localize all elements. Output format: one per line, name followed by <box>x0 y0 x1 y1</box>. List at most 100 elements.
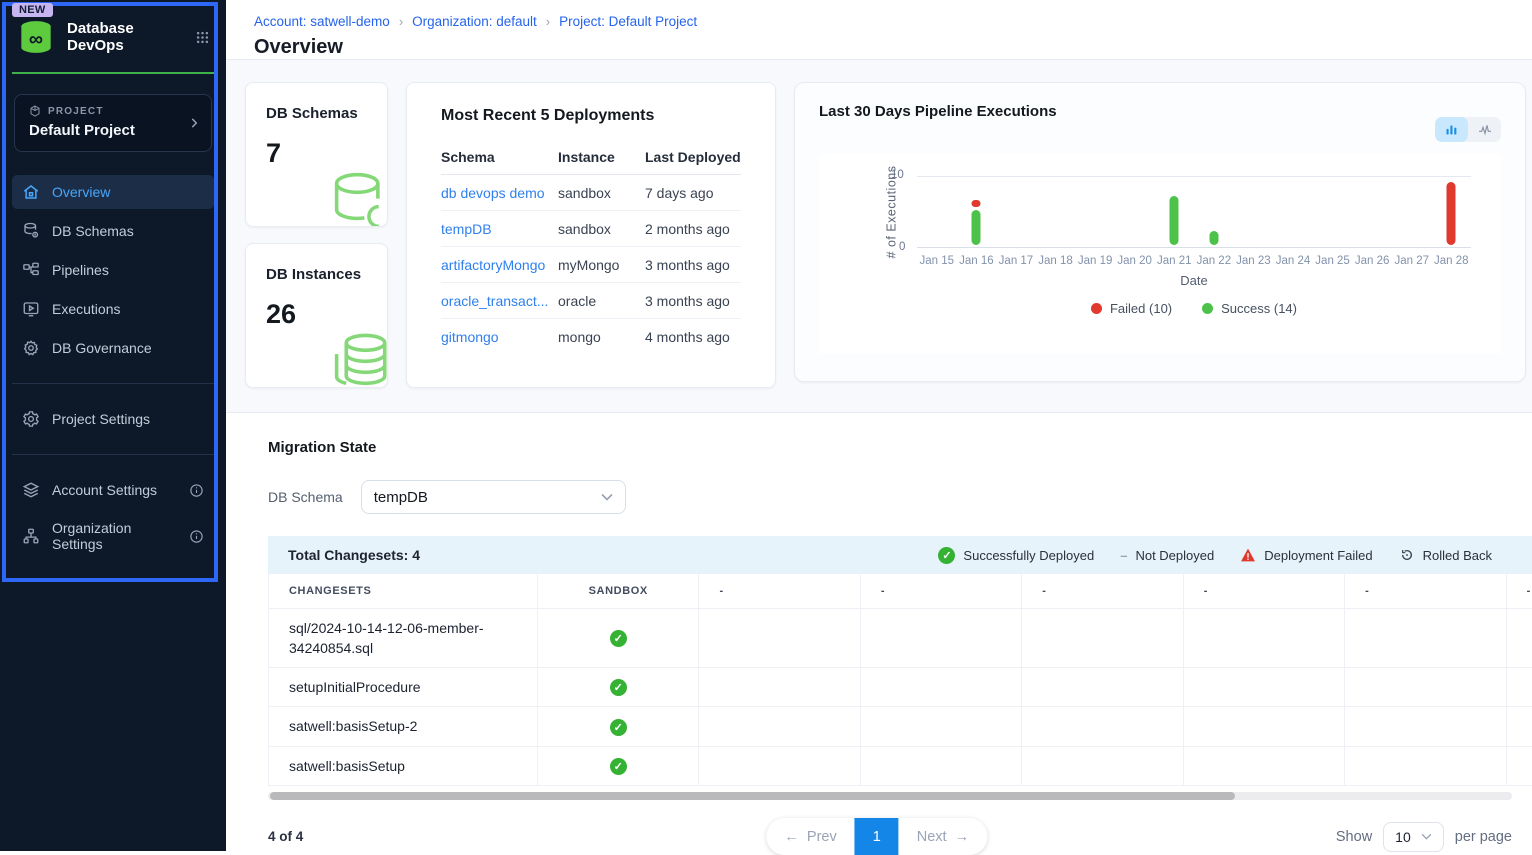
column-header: - <box>1183 574 1344 608</box>
legend-item[interactable]: Failed (10) <box>1091 301 1172 316</box>
column-header: SANDBOX <box>538 574 699 608</box>
new-badge: NEW <box>12 3 53 17</box>
bar-slot <box>1432 176 1472 247</box>
sidebar-item-pipelines[interactable]: Pipelines <box>12 253 214 287</box>
column-header: - <box>860 574 1021 608</box>
bar-slot <box>1036 176 1076 247</box>
chevron-right-icon <box>187 116 201 130</box>
sidebar-item-project-settings[interactable]: Project Settings <box>12 402 214 436</box>
x-tick: Jan 21 <box>1154 255 1194 267</box>
x-axis-label: Date <box>917 273 1471 288</box>
column-header: Last Deployed <box>645 137 741 175</box>
x-tick: Jan 28 <box>1432 255 1472 267</box>
arrow-right-icon: → <box>955 829 970 845</box>
sidebar-item-account-settings[interactable]: Account Settings <box>12 473 214 507</box>
nav-divider <box>12 454 214 455</box>
legend-item[interactable]: Success (14) <box>1202 301 1297 316</box>
changesets-header-band: Total Changesets: 4 ✓Successfully Deploy… <box>268 536 1532 574</box>
horizontal-scrollbar[interactable] <box>268 792 1512 800</box>
x-axis-ticks: Jan 15Jan 16Jan 17Jan 18Jan 19Jan 20Jan … <box>917 255 1471 267</box>
x-tick: Jan 22 <box>1194 255 1234 267</box>
changeset-row: satwell:basisSetup-2 ✓ <box>269 707 1532 746</box>
prev-button[interactable]: ← Prev <box>766 818 854 855</box>
breadcrumb-organization[interactable]: Organization: default <box>412 14 537 29</box>
database-icon <box>22 222 40 240</box>
column-header: Schema <box>441 137 558 175</box>
page-1-button[interactable]: 1 <box>855 818 899 855</box>
sidebar: NEW ∞ Database DevOps PROJE <box>0 0 226 851</box>
changeset-name: sql/2024-10-14-12-06-member-34240854.sql <box>269 608 538 668</box>
sidebar-item-db-schemas[interactable]: DB Schemas <box>12 214 214 248</box>
scrollbar-thumb[interactable] <box>270 792 1235 800</box>
next-button[interactable]: Next → <box>899 818 987 855</box>
bar-success <box>1209 231 1218 245</box>
home-icon <box>22 183 40 201</box>
pagination: 4 of 4 ← Prev 1 Next → Show 10 per page <box>268 822 1512 852</box>
database-outline-icon <box>327 167 388 227</box>
table-row: db devops demo sandbox 7 days ago <box>441 175 741 211</box>
chevron-down-icon <box>1421 833 1432 840</box>
db-schemas-card: DB Schemas 7 <box>245 82 388 227</box>
settings-gear-icon <box>22 410 40 428</box>
sidebar-item-db-governance[interactable]: DB Governance <box>12 331 214 365</box>
page-header: Account: satwell-demo › Organization: de… <box>226 0 1532 60</box>
page-size-select[interactable]: 10 <box>1383 822 1444 852</box>
x-tick: Jan 27 <box>1392 255 1432 267</box>
bar-slot <box>1392 176 1432 247</box>
svg-text:∞: ∞ <box>29 28 43 50</box>
pipeline-executions-card: Last 30 Days Pipeline Executions 10 0 # … <box>794 82 1526 382</box>
bar-chart-toggle-icon[interactable] <box>1435 117 1468 142</box>
stat-value: 26 <box>266 299 367 330</box>
section-title: Migration State <box>268 439 1532 456</box>
app-grid-icon[interactable] <box>195 30 210 45</box>
x-tick: Jan 17 <box>996 255 1036 267</box>
dash-icon: – <box>1120 548 1127 563</box>
bar-slot <box>917 176 957 247</box>
project-name: Default Project <box>29 122 185 139</box>
schema-link[interactable]: gitmongo <box>441 329 499 345</box>
rollback-icon <box>1399 547 1415 563</box>
schema-link[interactable]: oracle_transact... <box>441 293 548 309</box>
x-tick: Jan 25 <box>1313 255 1353 267</box>
nav-divider <box>12 383 214 384</box>
gear-icon <box>22 339 40 357</box>
check-circle-icon: ✓ <box>938 547 955 564</box>
bar-success <box>972 210 981 245</box>
x-tick: Jan 15 <box>917 255 957 267</box>
app-logo-icon: ∞ <box>16 18 56 56</box>
bar-slot <box>1313 176 1353 247</box>
bar-slot <box>1115 176 1155 247</box>
schema-link[interactable]: artifactoryMongo <box>441 257 545 273</box>
main-content: Account: satwell-demo › Organization: de… <box>226 0 1532 851</box>
project-selector[interactable]: PROJECT Default Project <box>14 94 212 152</box>
breadcrumb-project[interactable]: Project: Default Project <box>559 14 697 29</box>
column-header: CHANGESETS <box>269 574 538 608</box>
info-icon[interactable] <box>189 529 204 544</box>
arrow-left-icon: ← <box>784 829 799 845</box>
db-schema-select[interactable]: tempDB <box>361 480 626 514</box>
stat-title: DB Instances <box>266 266 367 283</box>
y-tick: 0 <box>899 241 905 253</box>
column-header: - <box>699 574 860 608</box>
changeset-name: satwell:basisSetup <box>269 746 538 785</box>
total-changesets: Total Changesets: 4 <box>288 547 420 563</box>
sidebar-item-organization-settings[interactable]: Organization Settings <box>12 512 214 560</box>
table-row: artifactoryMongo myMongo 3 months ago <box>441 247 741 283</box>
sidebar-item-overview[interactable]: Overview <box>12 175 214 209</box>
bar-slot <box>1273 176 1313 247</box>
breadcrumb: Account: satwell-demo › Organization: de… <box>254 14 1504 29</box>
sidebar-item-executions[interactable]: Executions <box>12 292 214 326</box>
line-chart-toggle-icon[interactable] <box>1468 117 1501 142</box>
info-icon[interactable] <box>189 483 204 498</box>
schema-link[interactable]: tempDB <box>441 221 492 237</box>
x-tick: Jan 18 <box>1036 255 1076 267</box>
database-stack-icon <box>327 328 388 388</box>
page-title: Overview <box>254 36 1504 59</box>
schema-link[interactable]: db devops demo <box>441 185 545 201</box>
deployed-check-icon: ✓ <box>610 679 627 696</box>
recent-deployments-card: Most Recent 5 Deployments Schema Instanc… <box>406 82 776 388</box>
status-legend: ✓Successfully Deployed –Not Deployed Dep… <box>938 547 1492 564</box>
breadcrumb-account[interactable]: Account: satwell-demo <box>254 14 390 29</box>
chart-bars <box>917 176 1471 247</box>
db-schema-label: DB Schema <box>268 489 343 505</box>
